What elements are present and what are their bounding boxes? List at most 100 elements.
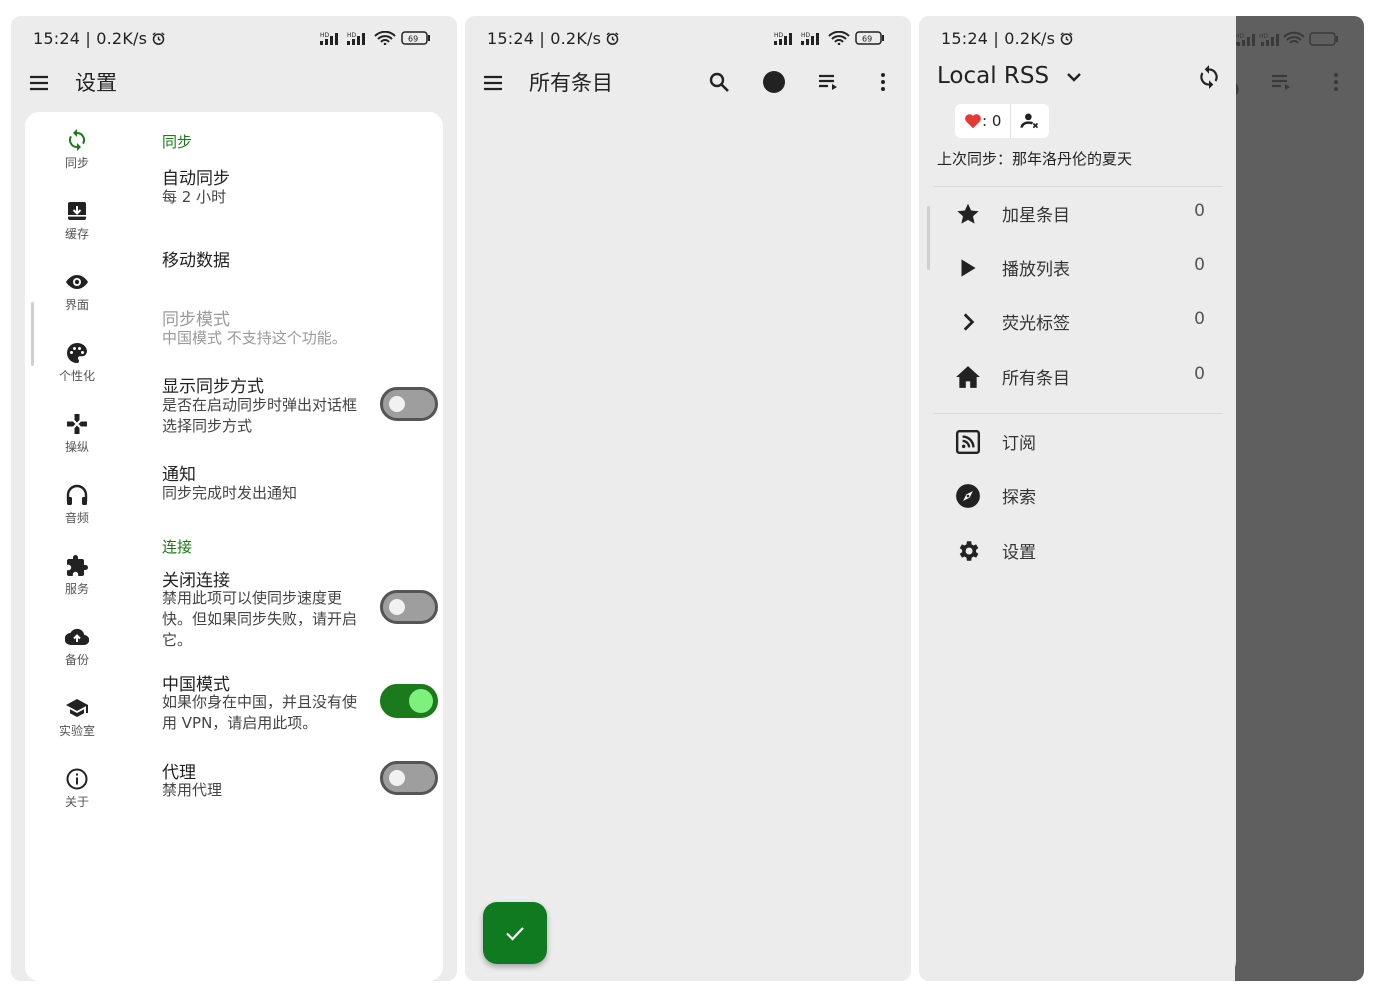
notification-sub: 同步完成时发出通知	[162, 484, 298, 502]
drawer-item-subscribe[interactable]: 订阅	[933, 414, 1223, 468]
svg-text:HD: HD	[320, 32, 330, 39]
scrollbar[interactable]	[927, 206, 930, 270]
check-icon	[506, 927, 524, 941]
section-header-sync: 同步	[162, 133, 193, 151]
wifi-icon	[828, 31, 850, 45]
battery-icon: 69	[401, 31, 430, 45]
signal-icon: HD	[801, 32, 819, 45]
china-mode-sub: 如果你身在中国，并且没有使用 VPN，请启用此项。	[162, 693, 358, 732]
menu-icon[interactable]	[27, 71, 51, 95]
sync-icon[interactable]	[1196, 64, 1222, 90]
svg-text:HD: HD	[347, 32, 357, 39]
settings-card: 同步 缓存 界面 个性化 操纵 音频 服务 备份 实验室 关于 同步 自动同步 …	[25, 112, 443, 981]
status-bar: 15:24 | 0.2K/s HD HD 69	[465, 16, 911, 60]
search-icon[interactable]	[707, 70, 731, 94]
headphones-icon	[66, 484, 88, 505]
drawer-item-settings[interactable]: 设置	[933, 523, 1223, 577]
toggle-knob	[389, 599, 405, 615]
status-time: 15:24 | 0.2K/s	[941, 29, 1074, 48]
close-connection-toggle[interactable]	[380, 590, 438, 624]
signal-icon: HD	[774, 32, 792, 45]
more-vert-icon[interactable]	[871, 70, 895, 94]
nav-item-sync[interactable]: 同步	[25, 124, 129, 188]
all-items-screen: 15:24 | 0.2K/s HD HD 69 所有条目	[465, 16, 911, 981]
eye-icon	[66, 275, 88, 289]
china-mode-toggle[interactable]	[380, 684, 438, 718]
battery-icon: 69	[855, 31, 884, 45]
svg-text:HD: HD	[1259, 33, 1269, 40]
proxy-sub: 禁用代理	[162, 781, 223, 799]
drawer-item-highlight-tags[interactable]: 荧光标签 0	[933, 294, 1223, 348]
nav-item-service[interactable]: 服务	[25, 550, 129, 614]
play-icon	[961, 259, 976, 277]
menu-icon[interactable]	[481, 71, 505, 95]
auto-sync-sub: 每 2 小时	[162, 188, 227, 206]
user-remove-icon	[1020, 113, 1039, 129]
drawer-scrim[interactable]	[1235, 16, 1364, 981]
nav-item-control[interactable]: 操纵	[25, 408, 129, 472]
gamepad-icon	[67, 414, 87, 434]
playlist-icon	[1272, 74, 1290, 90]
notification-title[interactable]: 通知	[162, 460, 196, 485]
auto-sync-title[interactable]: 自动同步	[162, 164, 230, 189]
mark-all-read-fab[interactable]	[483, 902, 547, 964]
settings-screen: 15:24 | 0.2K/s HD HD 69 设置 同步 缓存 界面 个性化 …	[11, 16, 457, 981]
svg-text:HD: HD	[774, 32, 784, 39]
toggle-knob	[389, 396, 405, 412]
drawer-item-playlist[interactable]: 播放列表 0	[933, 240, 1223, 294]
info-icon	[66, 768, 88, 790]
sync-mode-sub: 中国模式 不支持这个功能。	[162, 329, 347, 347]
drawer-item-explore[interactable]: 探索	[933, 468, 1223, 522]
status-time: 15:24 | 0.2K/s	[487, 29, 620, 48]
nav-item-cache[interactable]: 缓存	[25, 195, 129, 259]
drawer-item-starred[interactable]: 加星条目 0	[933, 186, 1223, 240]
toggle-knob	[409, 689, 433, 713]
top-app-bar: 设置	[11, 60, 457, 104]
chevron-right-icon	[963, 313, 975, 331]
account-title[interactable]: Local RSS	[937, 63, 1049, 89]
page-title: 设置	[75, 71, 117, 95]
cloud-upload-icon	[65, 628, 89, 646]
show-sync-method-toggle[interactable]	[380, 387, 438, 421]
alarm-icon	[152, 32, 165, 45]
status-bar: 15:24 | 0.2K/s HD HD 69	[11, 16, 457, 60]
playlist-icon[interactable]	[816, 70, 840, 94]
nav-item-audio[interactable]: 音频	[25, 479, 129, 543]
drawer-item-all[interactable]: 所有条目 0	[933, 349, 1223, 403]
puzzle-icon	[67, 555, 88, 576]
show-sync-method-sub: 是否在启动同步时弹出对话框选择同步方式	[162, 396, 358, 435]
gear-icon	[959, 541, 979, 561]
user-chip[interactable]	[1010, 104, 1049, 138]
proxy-toggle[interactable]	[380, 761, 438, 795]
school-icon	[66, 699, 88, 717]
star-icon	[957, 203, 979, 224]
heart-icon	[965, 114, 981, 129]
nav-item-personalize[interactable]: 个性化	[25, 337, 129, 401]
toggle-knob	[389, 770, 405, 786]
nav-item-about[interactable]: 关于	[25, 763, 129, 827]
navigation-drawer: 15:24 | 0.2K/s Local RSS : 0 上次同步：那年洛丹伦的…	[919, 16, 1236, 981]
heart-chip[interactable]: : 0	[955, 104, 1010, 138]
status-icons: HD HD 69	[320, 30, 431, 46]
mobile-data-title[interactable]: 移动数据	[162, 246, 230, 271]
status-icons: HD HD	[1235, 31, 1338, 46]
archive-icon	[68, 202, 86, 220]
nav-item-backup[interactable]: 备份	[25, 621, 129, 685]
alarm-icon	[606, 32, 619, 45]
home-icon	[956, 366, 980, 388]
top-app-bar: 所有条目	[465, 60, 911, 104]
compass-icon	[956, 484, 980, 508]
filter-dot-icon[interactable]	[762, 70, 786, 94]
more-vert-icon	[1334, 73, 1338, 91]
nav-item-interface[interactable]: 界面	[25, 266, 129, 330]
palette-icon	[67, 343, 87, 363]
wifi-icon	[374, 31, 396, 45]
heart-count: : 0	[982, 112, 1002, 130]
page-title: 所有条目	[529, 71, 613, 95]
status-time: 15:24 | 0.2K/s	[33, 29, 166, 48]
sync-icon	[68, 129, 86, 151]
show-sync-method-title[interactable]: 显示同步方式	[162, 372, 264, 397]
chevron-down-icon[interactable]	[1062, 65, 1086, 89]
nav-item-lab[interactable]: 实验室	[25, 692, 129, 756]
rss-icon	[955, 429, 981, 455]
